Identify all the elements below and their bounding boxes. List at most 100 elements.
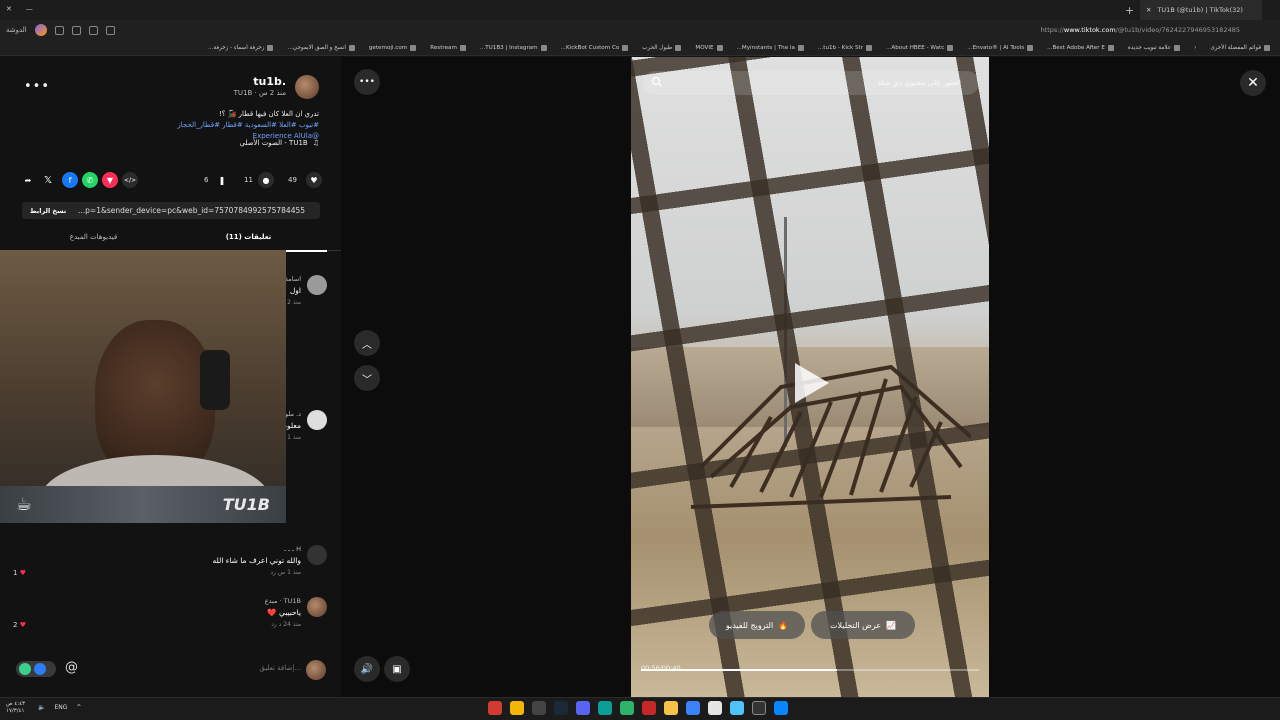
app-icon[interactable] xyxy=(488,701,502,715)
facebook-share-icon[interactable]: f xyxy=(62,172,78,188)
share-link[interactable]: ...p=1&sender_device=pc&web_id=757078499… xyxy=(74,206,320,215)
favorites-icon[interactable] xyxy=(71,25,81,35)
chrome-icon[interactable] xyxy=(510,701,524,715)
share-arrow-icon[interactable]: ➦ xyxy=(20,172,36,188)
author-subtitle: TU1B · منذ 2 س xyxy=(233,89,286,97)
heart-icon[interactable]: ♥ xyxy=(306,172,322,188)
description-text: تدري ان العلا كان فيها قطار 🚂 ؟! xyxy=(218,110,319,118)
bookmark-item[interactable]: Best Adobe After E... xyxy=(1047,44,1114,51)
bookmark-item[interactable]: زخرفة اسماء - زخرفة... xyxy=(208,44,274,51)
comment-icon[interactable]: ● xyxy=(258,172,274,188)
comment-meta: منذ 1 xyxy=(287,434,301,441)
webcam-overlay: ☕ TU1B xyxy=(0,250,286,523)
chevron-up-icon[interactable]: ^ xyxy=(76,704,81,711)
progress-bar[interactable] xyxy=(641,669,979,671)
bookmark-item[interactable]: Envato® | AI Tools... xyxy=(967,44,1034,51)
bookmark-item[interactable]: ‹ xyxy=(1194,45,1196,51)
commenter-avatar[interactable] xyxy=(307,410,327,430)
commenter-avatar[interactable] xyxy=(307,275,327,295)
volume-icon[interactable]: 🔊 xyxy=(354,656,380,682)
app-icon[interactable] xyxy=(642,701,656,715)
tab-close-icon[interactable]: ✕ xyxy=(1146,6,1151,14)
bookmark-item[interactable]: tu1b - Kick Str... xyxy=(818,44,873,51)
author-name[interactable]: tu1b. xyxy=(253,75,286,88)
music-link[interactable]: الصوت الأصلي - TU1B ♫ xyxy=(239,139,319,147)
comments-count: 11 xyxy=(244,176,253,184)
file-explorer-icon[interactable] xyxy=(664,701,678,715)
more-icon[interactable]: ••• xyxy=(354,69,380,95)
chevron-up-icon[interactable]: ︿ xyxy=(354,330,380,356)
steam-icon[interactable] xyxy=(554,701,568,715)
browser-tab[interactable]: ✕ TU1B (@tu1b) | TikTok(32) xyxy=(1140,0,1262,20)
bookmark-item[interactable]: Restream xyxy=(430,44,466,51)
new-tab-button[interactable]: + xyxy=(1125,4,1134,17)
music-note-icon: ♫ xyxy=(312,139,319,147)
bookmark-icon[interactable]: ❚ xyxy=(214,172,230,188)
chevron-down-icon[interactable]: ﹀ xyxy=(354,365,380,391)
whatsapp-share-icon[interactable]: ✆ xyxy=(82,172,98,188)
commenter-name[interactable]: د. ملو xyxy=(285,410,301,418)
bookmark-item[interactable]: getemoji.com xyxy=(369,44,417,51)
video-player[interactable]: العثور على محتوى ذي صلة 📈 عرض التحليلات … xyxy=(631,57,989,697)
clock[interactable]: ٤:٤٣ ص ١٧/٣/٤١ xyxy=(6,701,25,715)
commenter-name[interactable]: H ـ ـ ـ xyxy=(284,545,301,553)
copilot-icon[interactable] xyxy=(34,24,47,36)
gif-icon[interactable] xyxy=(34,663,46,675)
speaker-icon[interactable]: 🔈 xyxy=(38,704,45,711)
app-icon[interactable] xyxy=(532,701,546,715)
commenter-avatar[interactable] xyxy=(307,597,327,617)
comment-like[interactable]: 2 ♥ xyxy=(13,621,26,629)
commenter-avatar[interactable] xyxy=(307,545,327,565)
app-icon[interactable] xyxy=(686,701,700,715)
tab-creator-videos[interactable]: فيديوهات المبدع xyxy=(15,233,172,241)
progress-area[interactable]: 00:56/00:40 xyxy=(641,664,979,674)
app-icon[interactable] xyxy=(576,701,590,715)
app-icon[interactable] xyxy=(620,701,634,715)
hashtags[interactable]: #تيوب #العلا #السعودية #قطار #قطار_الحجا… xyxy=(39,120,319,131)
taskbar-apps xyxy=(488,701,788,715)
collections-icon[interactable] xyxy=(88,25,98,35)
emoji-toggle[interactable] xyxy=(16,661,56,677)
author-avatar[interactable] xyxy=(295,75,319,99)
emoji-icon[interactable] xyxy=(19,663,31,675)
bookmark-item[interactable]: MOVIE xyxy=(695,44,723,51)
bookmark-item[interactable]: قوائم المفضلة الأخرى xyxy=(1210,44,1270,51)
mention-button[interactable]: @ xyxy=(65,660,78,675)
tab-comments[interactable]: تعليقات (11) xyxy=(170,233,327,252)
copy-link-button[interactable]: نسخ الرابط xyxy=(22,207,74,215)
search-icon[interactable] xyxy=(752,701,766,715)
bookmark-item[interactable]: About HBEE - Watc... xyxy=(886,44,954,51)
x-share-icon[interactable]: 𝕏 xyxy=(40,172,56,188)
play-icon[interactable] xyxy=(795,363,829,403)
bookmark-item[interactable]: طبول الحرب xyxy=(642,44,682,51)
more-options-button[interactable]: ••• xyxy=(24,79,50,94)
app-icon[interactable] xyxy=(730,701,744,715)
bookmark-item[interactable]: Myinstants | The la... xyxy=(737,44,804,51)
refresh-icon[interactable] xyxy=(105,25,115,35)
commenter-name[interactable]: TU1B · مبدع xyxy=(265,597,301,605)
url-field[interactable]: https://www.tiktok.com/@tu1b/video/76242… xyxy=(1041,26,1240,34)
language-indicator[interactable]: ENG xyxy=(54,704,67,711)
comment-input[interactable]: إضافة تعليق... xyxy=(259,664,301,672)
app-icon[interactable] xyxy=(708,701,722,715)
commenter-name[interactable]: اسامة xyxy=(285,275,301,283)
bookmark-item[interactable]: KickBot Custom Co... xyxy=(561,44,629,51)
profile-label[interactable]: الدوشة xyxy=(6,26,27,34)
promote-video-button[interactable]: 🔥 الترويج للفيديو xyxy=(709,611,805,639)
bookmark-item[interactable]: TU1B3 | Instagram... xyxy=(480,44,547,51)
comment-text: والله توني اعرف ما شاء الله xyxy=(212,556,301,565)
extensions-icon[interactable] xyxy=(54,25,64,35)
picture-in-picture-icon[interactable]: ▣ xyxy=(384,656,410,682)
close-viewer-button[interactable]: ✕ xyxy=(1240,70,1266,96)
embed-code-icon[interactable]: </> xyxy=(122,172,138,188)
start-icon[interactable] xyxy=(774,701,788,715)
close-icon[interactable]: ✕ xyxy=(6,5,12,13)
view-analytics-button[interactable]: 📈 عرض التحليلات xyxy=(811,611,915,639)
comment-like[interactable]: 1 ♥ xyxy=(13,569,26,577)
bookmark-item[interactable]: علامة تبويب جديدة xyxy=(1128,44,1181,51)
tiktok-share-icon[interactable]: ▼ xyxy=(102,172,118,188)
edge-icon[interactable] xyxy=(598,701,612,715)
related-search[interactable]: العثور على محتوى ذي صلة xyxy=(643,71,979,95)
minimize-icon[interactable]: — xyxy=(26,5,33,13)
bookmark-item[interactable]: انسخ و الصق الايموجي... xyxy=(287,44,355,51)
